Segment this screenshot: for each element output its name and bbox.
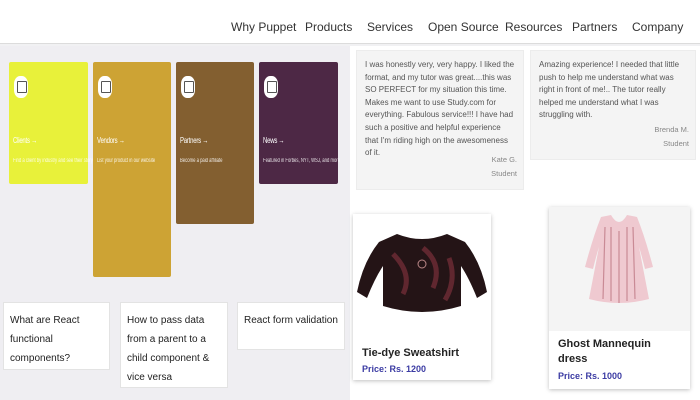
testimonial-role: Student	[663, 139, 689, 148]
tile-partners[interactable]: Partners → Become a paid affiliate	[176, 62, 254, 224]
product-card[interactable]: Tie-dye Sweatshirt Price: Rs. 1200	[353, 214, 491, 380]
nav-partners[interactable]: Partners	[572, 20, 617, 34]
tile-desc: Become a paid affiliate	[180, 158, 223, 164]
product-price: Price: Rs. 1000	[558, 371, 623, 381]
nav-services[interactable]: Services	[367, 20, 413, 34]
testimonial-text: Amazing experience! I needed that little…	[539, 60, 680, 120]
product-card[interactable]: Ghost Mannequin dress Price: Rs. 1000	[549, 207, 690, 389]
dress-image	[549, 207, 690, 331]
news-icon	[264, 76, 278, 98]
testimonial-name: Brenda M.	[654, 125, 689, 134]
tile-clients[interactable]: Clients → Find a client by industry and …	[9, 62, 93, 184]
clients-icon	[14, 76, 28, 98]
top-nav: Why Puppet Products Services Open Source…	[0, 0, 700, 44]
question-text: What are React functional components?	[10, 315, 80, 364]
tile-title: News →	[263, 136, 285, 145]
left-panel: Clients → Find a client by industry and …	[0, 46, 350, 400]
testimonial-role: Student	[491, 169, 517, 178]
nav-resources[interactable]: Resources	[505, 20, 562, 34]
tile-desc: Featured in Forbes, NYT, WSJ, and more	[263, 158, 341, 164]
question-card[interactable]: React form validation	[237, 302, 345, 350]
product-price: Price: Rs. 1200	[362, 364, 427, 374]
tile-title: Vendors →	[97, 136, 125, 145]
tile-desc: Find a client by industry and see their …	[13, 158, 93, 164]
tile-title: Clients →	[13, 136, 37, 145]
partners-icon	[181, 76, 195, 98]
tile-vendors[interactable]: Vendors → List your product in our websi…	[93, 62, 171, 277]
testimonial-name: Kate G.	[491, 155, 517, 164]
question-card[interactable]: What are React functional components?	[3, 302, 110, 370]
tile-title: Partners →	[180, 136, 209, 145]
product-name: Ghost Mannequin dress	[558, 338, 651, 365]
testimonial-card: I was honestly very, very happy. I liked…	[356, 50, 524, 190]
question-text: React form validation	[244, 315, 338, 326]
nav-open-source[interactable]: Open Source	[428, 20, 499, 34]
sweatshirt-image	[353, 214, 491, 334]
question-text: How to pass data from a parent to a chil…	[127, 315, 210, 383]
nav-products[interactable]: Products	[305, 20, 352, 34]
nav-why-puppet[interactable]: Why Puppet	[231, 20, 296, 34]
nav-company[interactable]: Company	[632, 20, 683, 34]
testimonial-card: Amazing experience! I needed that little…	[530, 50, 696, 160]
testimonial-author: Brenda M. Student	[654, 123, 689, 151]
right-panel: I was honestly very, very happy. I liked…	[350, 46, 700, 400]
product-name: Tie-dye Sweatshirt	[362, 347, 459, 359]
tile-desc: List your product in our website	[97, 158, 156, 164]
question-card[interactable]: How to pass data from a parent to a chil…	[120, 302, 228, 388]
testimonial-text: I was honestly very, very happy. I liked…	[365, 60, 515, 158]
testimonial-author: Kate G. Student	[491, 153, 517, 181]
vendors-icon	[98, 76, 112, 98]
tile-news[interactable]: News → Featured in Forbes, NYT, WSJ, and…	[259, 62, 341, 184]
